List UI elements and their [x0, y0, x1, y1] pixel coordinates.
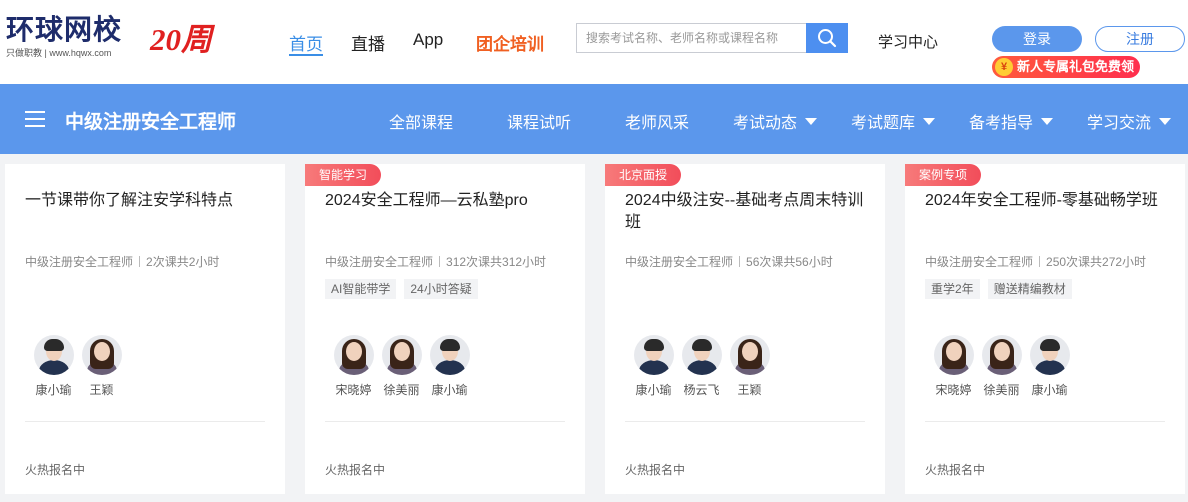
enrollment-status: 火热报名中	[925, 463, 986, 477]
course-card[interactable]: 智能学习 2024安全工程师—云私塾pro 中级注册安全工程师 312次课共312…	[305, 164, 585, 494]
new-user-gift-button[interactable]: ¥ 新人专属礼包免费领	[992, 56, 1140, 78]
course-card[interactable]: 案例专项 2024年安全工程师-零基础畅学班 中级注册安全工程师 250次课共27…	[905, 164, 1185, 494]
category-nav: 中级注册安全工程师 全部课程 课程试听 老师风采 考试动态 考试题库 备考指导 …	[0, 84, 1188, 154]
divider	[625, 421, 865, 422]
course-meta: 中级注册安全工程师 2次课共2小时	[25, 255, 220, 269]
subnav-study-exchange[interactable]: 学习交流	[1087, 109, 1172, 133]
teacher-name: 王颖	[737, 383, 762, 397]
subnav-question-bank[interactable]: 考试题库	[851, 109, 936, 133]
enrollment-status: 火热报名中	[25, 463, 86, 477]
anniversary-badge: 20周	[150, 22, 212, 57]
course-meta: 中级注册安全工程师 312次课共312小时	[325, 255, 547, 269]
avatar	[729, 335, 770, 375]
teacher-list: 宋晓婷 徐美丽 康小瑜	[325, 335, 478, 398]
nav-app[interactable]: App	[413, 30, 443, 50]
nav-home[interactable]: 首页	[289, 30, 323, 56]
course-card[interactable]: 一节课带你了解注安学科特点 中级注册安全工程师 2次课共2小时 康小瑜 王颖 火热…	[5, 164, 285, 494]
search-box	[576, 23, 848, 53]
subnav-all-courses[interactable]: 全部课程	[389, 109, 453, 133]
teacher[interactable]: 王颖	[73, 335, 130, 398]
register-button[interactable]: 注册	[1095, 26, 1185, 52]
chevron-down-icon	[1041, 117, 1054, 125]
top-header: 环球网校 只做职教 | www.hqwx.com 20周 首页 直播 App 团…	[0, 0, 1188, 84]
feature-badge: AI智能带学	[325, 279, 397, 299]
search-button[interactable]	[806, 23, 848, 53]
avatar	[429, 335, 470, 375]
course-card[interactable]: 北京面授 2024中级注安--基础考点周末特训班 中级注册安全工程师 56次课共5…	[605, 164, 885, 494]
chevron-down-icon	[805, 117, 818, 125]
course-tag: 北京面授	[605, 164, 682, 186]
course-meta: 中级注册安全工程师 56次课共56小时	[625, 255, 833, 269]
feature-badges: AI智能带学 24小时答疑	[325, 279, 478, 299]
avatar	[1029, 335, 1070, 375]
teacher-list: 宋晓婷 徐美丽 康小瑜	[925, 335, 1078, 398]
divider	[325, 421, 565, 422]
divider	[25, 421, 265, 422]
feature-badge: 赠送精编教材	[987, 279, 1072, 299]
enrollment-status: 火热报名中	[325, 463, 386, 477]
course-title[interactable]: 一节课带你了解注安学科特点	[25, 190, 270, 212]
course-meta: 中级注册安全工程师 250次课共272小时	[925, 255, 1147, 269]
chevron-down-icon	[1159, 117, 1172, 125]
enrollment-status: 火热报名中	[625, 463, 686, 477]
course-tag: 案例专项	[905, 164, 982, 186]
menu-icon[interactable]	[25, 111, 45, 127]
feature-badges: 重学2年 赠送精编教材	[925, 279, 1072, 299]
feature-badge: 重学2年	[925, 279, 980, 299]
teacher-name: 康小瑜	[431, 383, 468, 397]
avatar	[33, 335, 74, 375]
avatar	[333, 335, 374, 375]
teacher[interactable]: 王颖	[721, 335, 778, 398]
teacher-list: 康小瑜 杨云飞 王颖	[625, 335, 778, 398]
subnav-exam-news[interactable]: 考试动态	[733, 109, 818, 133]
gift-label: 新人专属礼包免费领	[1017, 59, 1135, 74]
avatar	[633, 335, 674, 375]
avatar	[933, 335, 974, 375]
course-title[interactable]: 2024年安全工程师-零基础畅学班	[925, 190, 1170, 212]
subnav-prep-guide[interactable]: 备考指导	[969, 109, 1054, 133]
divider	[925, 421, 1165, 422]
search-icon	[818, 29, 837, 48]
course-tag: 智能学习	[305, 164, 382, 186]
avatar	[681, 335, 722, 375]
study-center-link[interactable]: 学习中心	[878, 31, 938, 52]
nav-live[interactable]: 直播	[351, 30, 385, 55]
category-title: 中级注册安全工程师	[65, 112, 237, 133]
avatar	[81, 335, 122, 375]
teacher[interactable]: 康小瑜	[1021, 335, 1078, 398]
chevron-down-icon	[923, 117, 936, 125]
login-button[interactable]: 登录	[992, 26, 1082, 52]
coin-icon: ¥	[995, 58, 1013, 76]
teacher[interactable]: 康小瑜	[421, 335, 478, 398]
course-title[interactable]: 2024安全工程师—云私塾pro	[325, 190, 570, 212]
teacher-name: 王颖	[89, 383, 114, 397]
feature-badge: 24小时答疑	[404, 279, 478, 299]
avatar	[381, 335, 422, 375]
course-title[interactable]: 2024中级注安--基础考点周末特训班	[625, 190, 870, 234]
search-input[interactable]	[577, 24, 805, 52]
subnav-course-trial[interactable]: 课程试听	[507, 109, 571, 133]
teacher-name: 康小瑜	[1031, 383, 1068, 397]
site-logo[interactable]: 环球网校 只做职教 | www.hqwx.com	[6, 16, 134, 60]
logo-text: 环球网校	[6, 15, 123, 46]
subnav-teachers[interactable]: 老师风采	[625, 109, 689, 133]
avatar	[981, 335, 1022, 375]
teacher-list: 康小瑜 王颖	[25, 335, 130, 398]
logo-subtitle: 只做职教 | www.hqwx.com	[6, 48, 112, 58]
nav-enterprise-training[interactable]: 团企培训	[476, 30, 544, 55]
